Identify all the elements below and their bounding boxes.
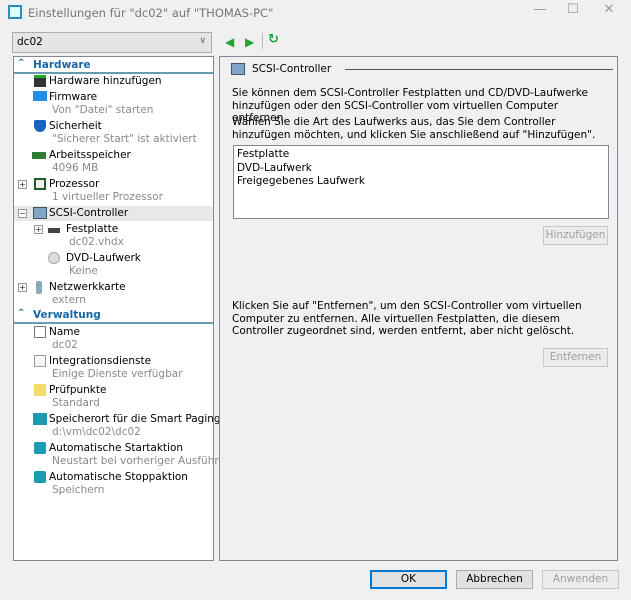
- integration-services-detail: Einige Dienste verfügbar: [52, 368, 183, 380]
- tree-item-dvd-drive[interactable]: DVD-Laufwerk: [14, 251, 213, 266]
- processor-detail: 1 virtueller Prozessor: [52, 191, 163, 203]
- expand-icon[interactable]: +: [18, 283, 27, 292]
- shield-icon: [34, 120, 46, 132]
- tree-item-name[interactable]: Name: [14, 325, 213, 340]
- add-button[interactable]: Hinzufügen: [543, 226, 608, 245]
- hardware-section-header[interactable]: ⌃ Hardware: [14, 58, 213, 74]
- expand-icon[interactable]: +: [34, 225, 43, 234]
- firmware-icon: [33, 91, 47, 101]
- tree-item-processor[interactable]: + Prozessor: [14, 177, 213, 192]
- vm-selector[interactable]: dc02 ∨: [12, 32, 212, 53]
- list-item[interactable]: DVD-Laufwerk: [237, 162, 605, 176]
- tree-item-auto-stop[interactable]: Automatische Stoppaktion: [14, 470, 213, 485]
- tree-item-integration-services[interactable]: Integrationsdienste: [14, 354, 213, 369]
- tree-item-scsi-controller[interactable]: − SCSI-Controller: [14, 206, 213, 221]
- tree-item-network-adapter[interactable]: + Netzwerkkarte: [14, 280, 213, 295]
- settings-panel: SCSI-Controller Sie können dem SCSI-Cont…: [219, 56, 618, 561]
- smart-paging-detail: d:\vm\dc02\dc02: [52, 426, 141, 438]
- divider: [345, 69, 613, 70]
- tree-item-smart-paging[interactable]: Speicherort für die Smart Paging-D...: [14, 412, 242, 427]
- hard-disk-detail: dc02.vhdx: [69, 236, 124, 248]
- forward-icon[interactable]: ▶: [245, 35, 254, 49]
- firmware-detail: Von "Datei" starten: [52, 104, 154, 116]
- checkpoints-detail: Standard: [52, 397, 100, 409]
- collapse-icon[interactable]: −: [18, 209, 27, 218]
- dvd-drive-detail: Keine: [69, 265, 98, 277]
- name-detail: dc02: [52, 339, 78, 351]
- maximize-button[interactable]: ☐: [558, 2, 588, 22]
- management-section-header[interactable]: ⌃ Verwaltung: [14, 308, 213, 324]
- instruction-text: Wählen Sie die Art des Laufwerks aus, da…: [232, 116, 596, 141]
- remove-button[interactable]: Entfernen: [543, 348, 608, 367]
- dvd-icon: [48, 252, 60, 264]
- scsi-controller-icon: [33, 207, 47, 219]
- apply-button[interactable]: Anwenden: [542, 570, 619, 589]
- integration-services-icon: [34, 355, 46, 367]
- checkpoints-icon: [34, 384, 46, 396]
- tree-item-checkpoints[interactable]: Prüfpunkte: [14, 383, 213, 398]
- back-icon[interactable]: ◀: [225, 35, 234, 49]
- panel-title: SCSI-Controller: [252, 63, 332, 75]
- network-adapter-detail: extern: [52, 294, 86, 306]
- app-icon: [8, 5, 22, 19]
- window-title: Einstellungen für "dc02" auf "THOMAS-PC": [28, 6, 274, 20]
- list-item[interactable]: Freigegebenes Laufwerk: [237, 175, 605, 189]
- tree-item-security[interactable]: Sicherheit: [14, 119, 213, 134]
- hard-disk-icon: [48, 228, 60, 233]
- divider: [262, 33, 263, 49]
- auto-start-icon: [34, 442, 46, 454]
- tree-item-add-hardware[interactable]: Hardware hinzufügen: [14, 74, 213, 89]
- tree-item-firmware[interactable]: Firmware: [14, 90, 213, 105]
- remove-text: Klicken Sie auf "Entfernen", um den SCSI…: [232, 300, 582, 337]
- auto-start-detail: Neustart bei vorheriger Ausführung: [52, 455, 239, 467]
- chevron-down-icon: ∨: [199, 36, 206, 46]
- memory-icon: [32, 152, 46, 159]
- close-button[interactable]: ✕: [594, 2, 624, 22]
- memory-detail: 4096 MB: [52, 162, 99, 174]
- refresh-icon[interactable]: ↻: [268, 32, 279, 47]
- name-icon: [34, 326, 46, 338]
- scsi-controller-icon: [231, 63, 245, 75]
- tree-item-memory[interactable]: Arbeitsspeicher: [14, 148, 213, 163]
- collapse-icon: ⌃: [17, 308, 26, 319]
- settings-tree[interactable]: ⌃ Hardware Hardware hinzufügen Firmware V…: [13, 56, 242, 561]
- auto-stop-icon: [34, 471, 46, 483]
- tree-item-auto-start[interactable]: Automatische Startaktion: [14, 441, 213, 456]
- add-hardware-icon: [34, 75, 46, 87]
- network-adapter-icon: [36, 281, 42, 294]
- tree-item-hard-disk[interactable]: + Festplatte: [14, 222, 213, 237]
- collapse-icon: ⌃: [17, 58, 26, 69]
- expand-icon[interactable]: +: [18, 180, 27, 189]
- processor-icon: [34, 178, 46, 190]
- minimize-button[interactable]: —: [525, 2, 555, 22]
- vm-selector-value: dc02: [17, 36, 43, 48]
- cancel-button[interactable]: Abbrechen: [456, 570, 533, 589]
- drive-type-list[interactable]: Festplatte DVD-Laufwerk Freigegebenes La…: [233, 145, 609, 219]
- security-detail: "Sicherer Start" ist aktiviert: [52, 133, 197, 145]
- smart-paging-icon: [33, 413, 47, 425]
- list-item[interactable]: Festplatte: [237, 148, 605, 162]
- ok-button[interactable]: OK: [370, 570, 447, 589]
- auto-stop-detail: Speichern: [52, 484, 105, 496]
